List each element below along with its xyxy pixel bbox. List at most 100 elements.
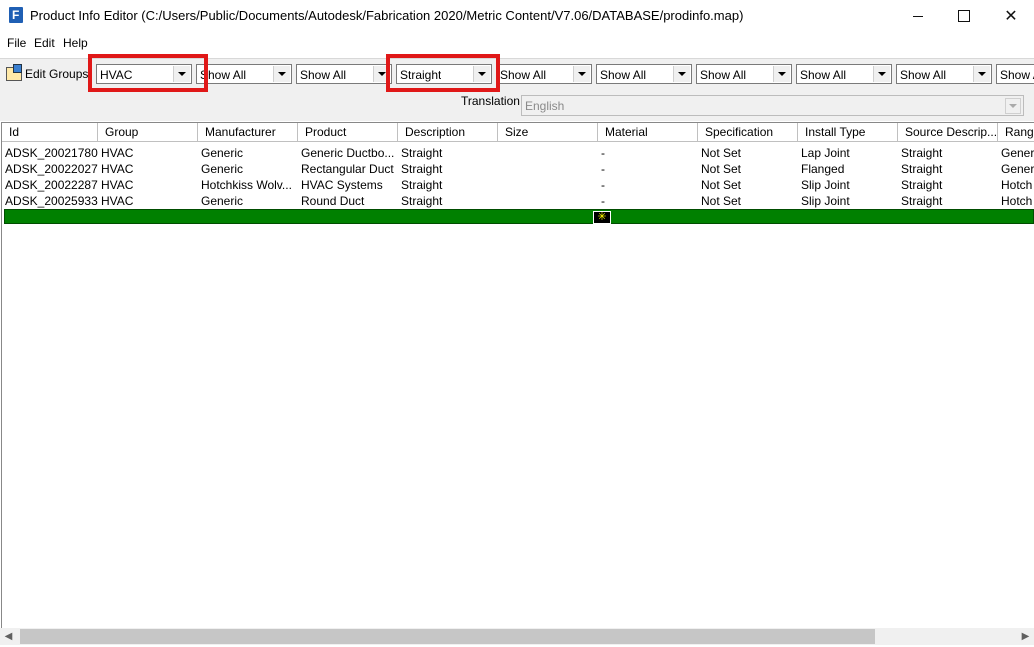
menu-file[interactable]: File: [7, 36, 26, 50]
filter-range-select[interactable]: Show All: [996, 64, 1034, 84]
cell-manufacturer: Generic: [201, 162, 244, 176]
chevron-down-icon[interactable]: [273, 66, 290, 82]
cell-specification: Not Set: [701, 194, 742, 208]
cell-specification: Not Set: [701, 162, 742, 176]
cell-size: [498, 193, 598, 209]
window-title: Product Info Editor (C:/Users/Public/Doc…: [30, 8, 744, 23]
scroll-right-icon[interactable]: ▶: [1017, 628, 1034, 645]
table-row[interactable]: ADSK_20021780 HVAC Generic Generic Ductb…: [2, 145, 1034, 161]
cell-description: Straight: [401, 178, 443, 192]
cell-manufacturer: Hotchkiss Wolv...: [201, 178, 292, 192]
cell-material: -: [601, 194, 605, 208]
cell-description: Straight: [401, 146, 443, 160]
cell-size: [498, 177, 598, 193]
column-header-product[interactable]: Product: [298, 123, 398, 142]
column-header-id[interactable]: Id: [2, 123, 98, 142]
column-header-material[interactable]: Material: [598, 123, 698, 142]
new-row[interactable]: ✳: [4, 209, 1034, 224]
cell-range: Hotch: [1001, 178, 1033, 192]
filter-specification-select[interactable]: Show All: [696, 64, 792, 84]
column-header-description[interactable]: Description: [398, 123, 498, 142]
filter-range-value: Show All: [1000, 68, 1034, 82]
cell-specification: Not Set: [701, 146, 742, 160]
filter-product-value: Show All: [300, 68, 347, 82]
column-header-install-type[interactable]: Install Type: [798, 123, 898, 142]
app-icon: F: [9, 7, 23, 23]
filter-material-select[interactable]: Show All: [596, 64, 692, 84]
edit-groups-button[interactable]: Edit Groups: [6, 64, 89, 82]
cell-source-description: Straight: [901, 194, 943, 208]
cell-install-type: Slip Joint: [801, 178, 850, 192]
cell-id: ADSK_20021780: [5, 146, 98, 160]
cell-range: Gener: [1001, 162, 1034, 176]
menu-help[interactable]: Help: [63, 36, 88, 50]
cell-source-description: Straight: [901, 162, 943, 176]
cell-manufacturer: Generic: [201, 146, 244, 160]
cell-install-type: Lap Joint: [801, 146, 850, 160]
table-row[interactable]: ADSK_20022027 HVAC Generic Rectangular D…: [2, 161, 1034, 177]
cell-group: HVAC: [101, 194, 134, 208]
minimize-button[interactable]: [895, 0, 941, 32]
chevron-down-icon[interactable]: [573, 66, 590, 82]
cell-size: [498, 161, 598, 177]
cell-id: ADSK_20022287: [5, 178, 98, 192]
cell-specification: Not Set: [701, 178, 742, 192]
menu-edit[interactable]: Edit: [34, 36, 55, 50]
cell-group: HVAC: [101, 178, 134, 192]
maximize-icon: [958, 10, 970, 22]
grid-header: Id Group Manufacturer Product Descriptio…: [2, 123, 1034, 142]
column-header-group[interactable]: Group: [98, 123, 198, 142]
edit-groups-label: Edit Groups: [25, 67, 89, 81]
translation-label: Translation: [461, 94, 520, 108]
cell-product: Rectangular Duct: [301, 162, 394, 176]
table-row[interactable]: ADSK_20025933 HVAC Generic Round Duct St…: [2, 193, 1034, 209]
column-header-manufacturer[interactable]: Manufacturer: [198, 123, 298, 142]
column-header-size[interactable]: Size: [498, 123, 598, 142]
cell-id: ADSK_20022027: [5, 162, 98, 176]
close-button[interactable]: ✕: [988, 0, 1034, 32]
scrollbar-thumb[interactable]: [20, 629, 875, 644]
filter-size-value: Show All: [500, 68, 547, 82]
column-header-source-description[interactable]: Source Descrip...: [898, 123, 998, 142]
table-row[interactable]: ADSK_20022287 HVAC Hotchkiss Wolv... HVA…: [2, 177, 1034, 193]
filter-size-select[interactable]: Show All: [496, 64, 592, 84]
chevron-down-icon[interactable]: [673, 66, 690, 82]
scroll-left-icon[interactable]: ◀: [0, 628, 17, 645]
translation-select[interactable]: English: [521, 95, 1024, 116]
cell-material: -: [601, 178, 605, 192]
column-header-range[interactable]: Rang: [998, 123, 1034, 142]
cell-size: [498, 145, 598, 161]
filter-source-description-value: Show All: [900, 68, 947, 82]
filter-source-description-select[interactable]: Show All: [896, 64, 992, 84]
cell-description: Straight: [401, 162, 443, 176]
cell-material: -: [601, 162, 605, 176]
edit-groups-icon: [6, 64, 22, 81]
chevron-down-icon[interactable]: [973, 66, 990, 82]
cell-manufacturer: Generic: [201, 194, 244, 208]
cell-group: HVAC: [101, 146, 134, 160]
filter-specification-value: Show All: [700, 68, 747, 82]
title-bar: F Product Info Editor (C:/Users/Public/D…: [0, 0, 1034, 32]
filter-manufacturer-select[interactable]: Show All: [196, 64, 292, 84]
cell-material: -: [601, 146, 605, 160]
filter-product-select[interactable]: Show All: [296, 64, 392, 84]
horizontal-scrollbar[interactable]: ◀ ▶: [0, 628, 1034, 645]
minimize-icon: [913, 15, 923, 17]
cell-range: Hotch: [1001, 194, 1033, 208]
product-grid: Id Group Manufacturer Product Descriptio…: [1, 122, 1034, 629]
cell-product: Round Duct: [301, 194, 365, 208]
column-header-specification[interactable]: Specification: [698, 123, 798, 142]
cell-id: ADSK_20025933: [5, 194, 98, 208]
cell-product: HVAC Systems: [301, 178, 383, 192]
filter-material-value: Show All: [600, 68, 647, 82]
cell-install-type: Slip Joint: [801, 194, 850, 208]
chevron-down-icon[interactable]: [873, 66, 890, 82]
cell-range: Gener: [1001, 146, 1034, 160]
filter-install-type-select[interactable]: Show All: [796, 64, 892, 84]
chevron-down-icon[interactable]: [1005, 98, 1021, 114]
cell-product: Generic Ductbo...: [301, 146, 395, 160]
chevron-down-icon[interactable]: [773, 66, 790, 82]
maximize-button[interactable]: [941, 0, 987, 32]
filter-toolbar: Edit Groups HVAC Show All Show All Strai…: [0, 54, 1034, 121]
filter-install-type-value: Show All: [800, 68, 847, 82]
